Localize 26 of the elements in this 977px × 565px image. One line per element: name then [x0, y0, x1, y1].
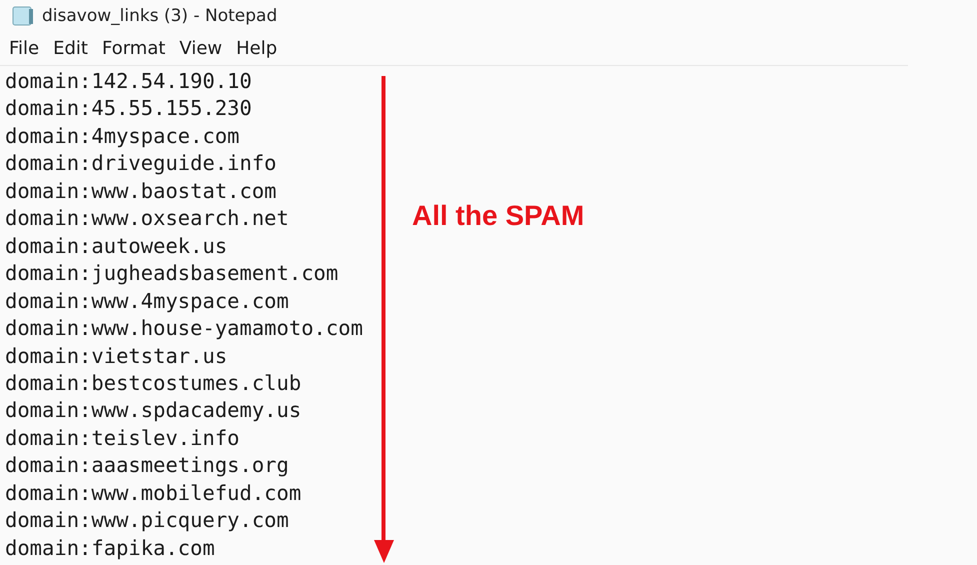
menu-item[interactable]: View	[172, 38, 230, 59]
text-line: domain:autoweek.us	[5, 232, 228, 260]
text-line: domain:www.baostat.com	[5, 178, 277, 205]
text-line: domain:teislev.info	[5, 424, 240, 452]
menu-item[interactable]: File	[2, 38, 46, 59]
text-line: domain:www.spdacademy.us	[5, 397, 302, 424]
text-line: domain:4myspace.com	[5, 122, 240, 150]
annotation-label: All the SPAM	[412, 200, 584, 232]
text-line: domain:www.picquery.com	[5, 507, 289, 534]
window-title: disavow_links (3) - Notepad	[42, 6, 278, 26]
menu-item[interactable]: Edit	[46, 38, 95, 59]
text-line: domain:142.54.190.10	[5, 68, 252, 95]
text-line: domain:vietstar.us	[5, 342, 228, 370]
menu-item[interactable]: Format	[94, 38, 172, 59]
text-line: domain:45.55.155.230	[5, 95, 252, 122]
text-line: domain:bestcostumes.club	[5, 370, 302, 397]
text-line: domain:www.4myspace.com	[5, 288, 289, 315]
menu-item[interactable]: Help	[229, 38, 284, 59]
notepad-icon	[12, 6, 34, 26]
text-line: domain:www.oxsearch.net	[5, 205, 289, 232]
text-line: domain:www.house-yamamoto.com	[5, 315, 363, 342]
text-line: domain:driveguide.info	[5, 150, 277, 178]
text-line: domain:fapika.com	[5, 534, 215, 562]
text-line: domain:aaasmeetings.org	[5, 452, 289, 480]
text-line: domain:jugheadsbasement.com	[5, 260, 338, 288]
text-line: domain:www.mobilefud.com	[5, 480, 302, 507]
